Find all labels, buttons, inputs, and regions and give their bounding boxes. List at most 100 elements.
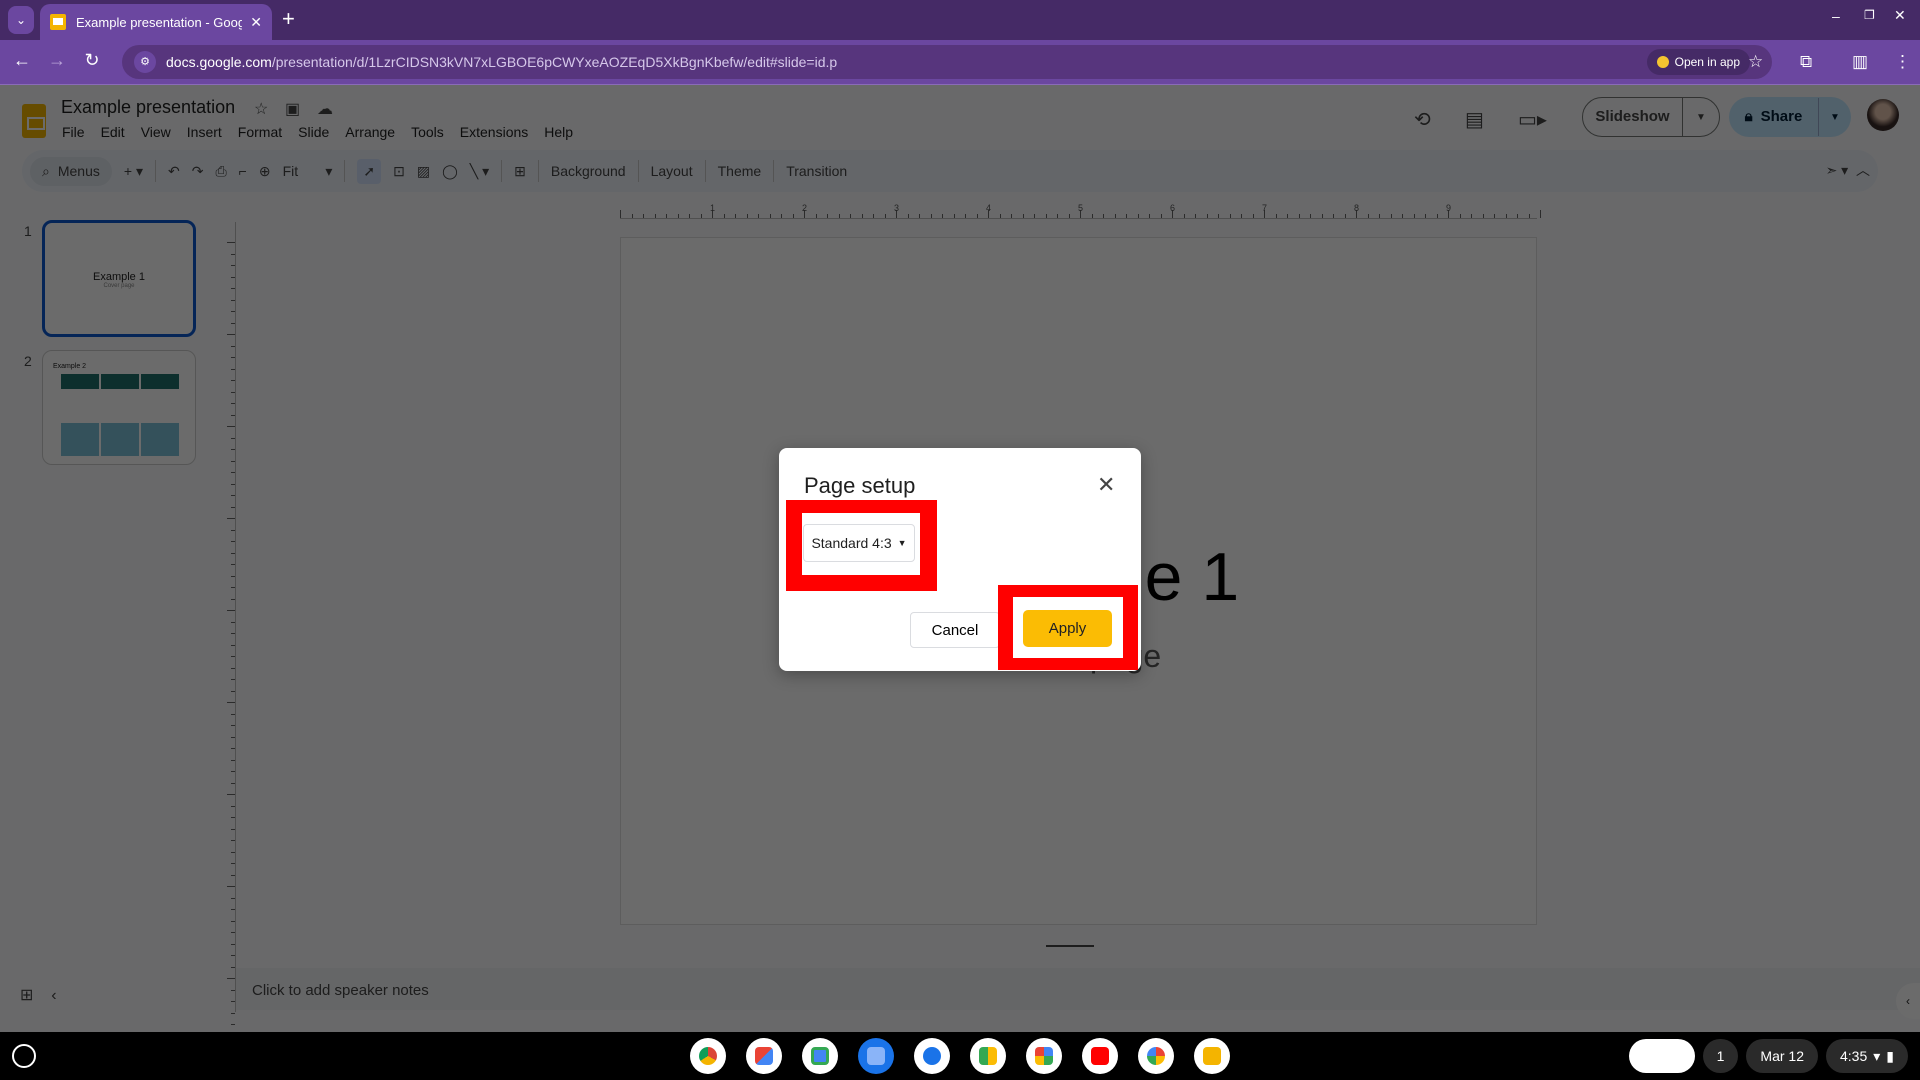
- ruler-tick: [999, 214, 1001, 218]
- redo-icon[interactable]: ↷: [192, 163, 204, 180]
- menu-view[interactable]: View: [141, 124, 179, 140]
- thumbnail-title: Example 1: [93, 271, 145, 283]
- menu-extensions[interactable]: Extensions: [460, 124, 536, 140]
- ruler-tick: [231, 483, 235, 485]
- browser-tab[interactable]: Example presentation - Google Slides ✕: [40, 4, 272, 40]
- youtube-icon[interactable]: [1082, 1038, 1118, 1074]
- date-button[interactable]: Mar 12: [1746, 1039, 1818, 1073]
- chrome-icon[interactable]: [690, 1038, 726, 1074]
- slide-thumbnail-1[interactable]: Example 1 Cover page: [42, 220, 196, 337]
- notification-badge[interactable]: 1: [1702, 1039, 1739, 1073]
- meet-camera-icon[interactable]: ▭▸: [1518, 107, 1547, 132]
- side-panel-icon[interactable]: ▥: [1852, 52, 1868, 72]
- ruler-tick: [1413, 214, 1415, 218]
- slideshow-dropdown-icon[interactable]: ▼: [1683, 112, 1719, 123]
- menu-tools[interactable]: Tools: [411, 124, 452, 140]
- forward-icon[interactable]: →: [45, 50, 69, 71]
- ruler-tick: [231, 621, 235, 623]
- minimize-icon[interactable]: –: [1832, 8, 1840, 24]
- shelf: [690, 1038, 1230, 1074]
- zoom-select[interactable]: Fit ▾: [283, 163, 333, 180]
- transition-button[interactable]: Transition: [786, 163, 847, 179]
- share-button[interactable]: 🔒︎ Share ▼: [1729, 97, 1851, 137]
- pointer-mode-icon[interactable]: ➣ ▾ ︿: [1826, 160, 1870, 180]
- extensions-icon[interactable]: ⧉: [1800, 52, 1812, 72]
- app-icon: [1656, 56, 1669, 68]
- new-slide-icon[interactable]: + ▾: [124, 163, 143, 180]
- side-panel-toggle-icon[interactable]: ‹: [1896, 983, 1920, 1019]
- menu-insert[interactable]: Insert: [187, 124, 230, 140]
- speaker-notes[interactable]: Click to add speaker notes: [236, 968, 1920, 1010]
- background-button[interactable]: Background: [551, 163, 626, 179]
- open-in-app-button[interactable]: Open in app: [1646, 49, 1750, 75]
- menu-arrange[interactable]: Arrange: [345, 124, 403, 140]
- menu-format[interactable]: Format: [238, 124, 290, 140]
- zoom-icon[interactable]: ⊕: [259, 163, 271, 180]
- print-icon[interactable]: ⎙: [215, 163, 226, 180]
- system-tray-button[interactable]: 4:35 ▾ ▮: [1826, 1039, 1908, 1073]
- layout-button[interactable]: Layout: [651, 163, 693, 179]
- restore-icon[interactable]: ❐: [1864, 8, 1875, 22]
- site-info-icon[interactable]: ⚙: [134, 51, 156, 73]
- close-icon[interactable]: ✕: [1097, 472, 1115, 498]
- cancel-button[interactable]: Cancel: [910, 612, 1000, 648]
- slides-logo-icon[interactable]: [22, 104, 46, 138]
- close-tab-icon[interactable]: ✕: [250, 14, 262, 31]
- launcher-icon[interactable]: [12, 1044, 36, 1068]
- share-dropdown-icon[interactable]: ▼: [1819, 112, 1851, 123]
- comments-icon[interactable]: ▤: [1465, 107, 1484, 132]
- ruler-label: 5: [1078, 203, 1084, 213]
- ruler-tick: [723, 214, 725, 218]
- phone-hub-icon[interactable]: [1628, 1039, 1695, 1073]
- menu-slide[interactable]: Slide: [298, 124, 337, 140]
- url-input[interactable]: ⚙ docs.google.com/presentation/d/1LzrCID…: [122, 45, 1772, 79]
- gmail-icon[interactable]: [746, 1038, 782, 1074]
- version-history-icon[interactable]: ⟲: [1414, 107, 1431, 132]
- slideshow-label[interactable]: Slideshow: [1583, 98, 1683, 136]
- cloud-saved-icon[interactable]: ☁: [317, 99, 333, 119]
- reload-icon[interactable]: ↻: [80, 50, 104, 71]
- messages-icon[interactable]: [914, 1038, 950, 1074]
- avatar[interactable]: [1867, 99, 1899, 131]
- comment-add-icon[interactable]: ⊞: [514, 163, 526, 180]
- menu-file[interactable]: File: [62, 124, 93, 140]
- undo-icon[interactable]: ↶: [168, 163, 180, 180]
- star-icon[interactable]: ☆: [254, 99, 268, 119]
- back-icon[interactable]: ←: [10, 50, 34, 71]
- shape-icon[interactable]: ◯: [442, 163, 458, 180]
- slide-thumbnail-2[interactable]: Example 2: [42, 350, 196, 465]
- new-tab-button[interactable]: +: [282, 6, 295, 32]
- theme-button[interactable]: Theme: [718, 163, 762, 179]
- ruler-tick: [1034, 214, 1035, 218]
- select-tool-icon[interactable]: ➚: [357, 158, 382, 184]
- ruler-tick: [231, 909, 235, 910]
- ruler-tick: [231, 828, 235, 830]
- status-tray[interactable]: 1 Mar 12 4:35 ▾ ▮: [1628, 1039, 1908, 1073]
- document-title[interactable]: Example presentation: [61, 97, 235, 118]
- more-menu-icon[interactable]: ⋮: [1894, 52, 1911, 72]
- grid-view-icon[interactable]: ⊞ ‹: [20, 985, 57, 1005]
- move-folder-icon[interactable]: ▣: [285, 99, 300, 119]
- menus-search[interactable]: ⌕ Menus: [30, 156, 112, 186]
- ruler-tick: [231, 782, 235, 784]
- files-icon[interactable]: [858, 1038, 894, 1074]
- image-icon[interactable]: ▨: [417, 163, 430, 180]
- text-box-icon[interactable]: ⊡: [393, 163, 405, 180]
- menu-help[interactable]: Help: [544, 124, 581, 140]
- ruler-tick: [1252, 214, 1254, 218]
- line-icon[interactable]: ╲ ▾: [470, 163, 489, 180]
- slides-icon[interactable]: [1194, 1038, 1230, 1074]
- close-window-icon[interactable]: ✕: [1894, 7, 1906, 24]
- menu-edit[interactable]: Edit: [101, 124, 133, 140]
- tab-strip: ⌄ Example presentation - Google Slides ✕…: [0, 0, 1920, 40]
- slideshow-button[interactable]: Slideshow ▼: [1582, 97, 1720, 137]
- meet-icon[interactable]: [970, 1038, 1006, 1074]
- notes-resize-handle[interactable]: [1046, 945, 1094, 947]
- calendar-icon[interactable]: [802, 1038, 838, 1074]
- photos-icon[interactable]: [1138, 1038, 1174, 1074]
- play-store-icon[interactable]: [1026, 1038, 1062, 1074]
- bookmark-star-icon[interactable]: ☆: [1748, 52, 1763, 72]
- paint-format-icon[interactable]: ⌐: [239, 163, 247, 179]
- ruler-tick: [919, 214, 920, 218]
- tab-search-button[interactable]: ⌄: [8, 6, 34, 34]
